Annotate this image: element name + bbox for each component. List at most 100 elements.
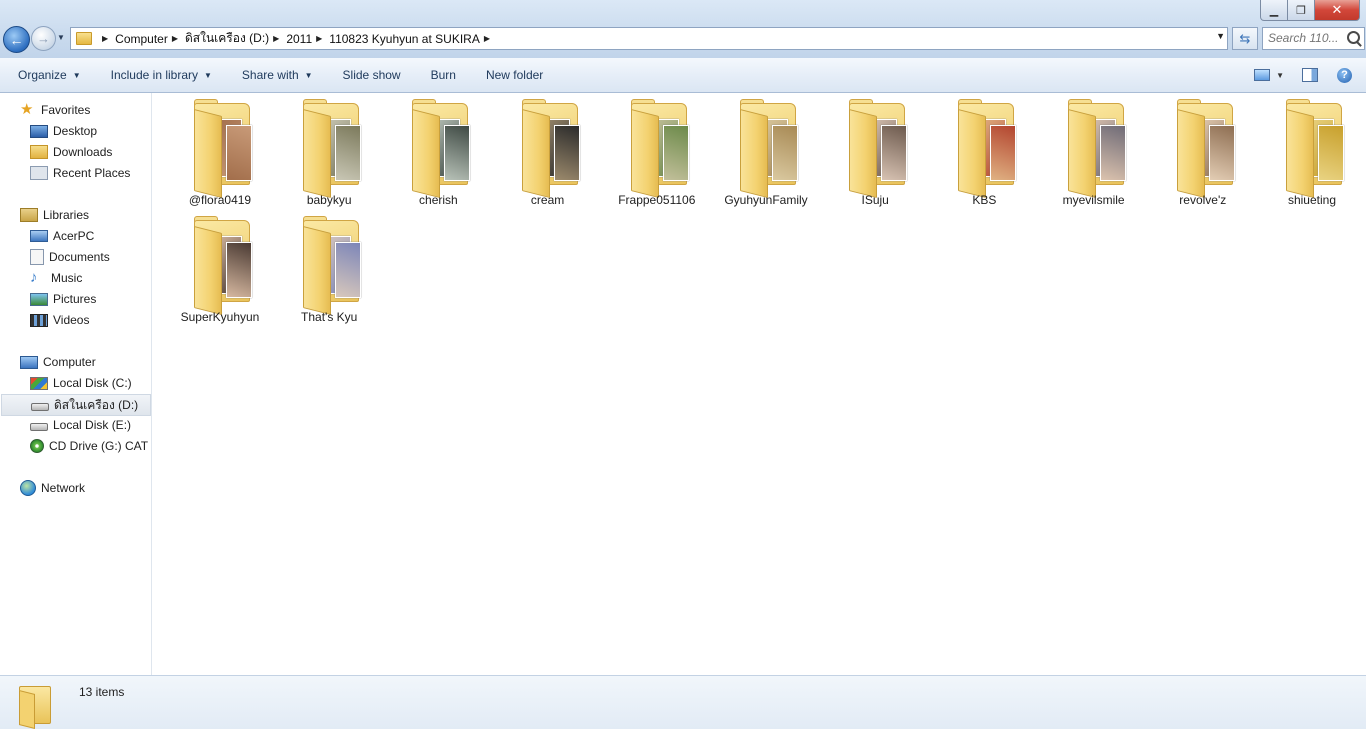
breadcrumb-disk-d[interactable]: ดิสในเครือง (D:) ▶ xyxy=(185,29,286,48)
folder-name: SuperKyuhyun xyxy=(180,310,260,324)
folder-icon xyxy=(1067,99,1132,198)
breadcrumb-2011[interactable]: 2011 ▶ xyxy=(286,32,329,46)
minimize-icon: ▁ xyxy=(1269,4,1279,17)
details-pane: 13 items xyxy=(0,675,1366,729)
back-button[interactable]: ← xyxy=(3,26,30,53)
folder-icon xyxy=(76,32,92,45)
chevron-right-icon: ▶ xyxy=(102,34,109,43)
folder-item[interactable]: shiueting xyxy=(1260,97,1364,212)
chevron-right-icon: ▶ xyxy=(483,34,490,43)
folder-item[interactable]: revolve'z xyxy=(1151,97,1255,212)
slide-show-button[interactable]: Slide show xyxy=(334,63,410,87)
folder-item[interactable]: @flora0419 xyxy=(168,97,272,212)
search-box[interactable] xyxy=(1262,27,1365,50)
restore-button[interactable]: ❐ xyxy=(1288,0,1315,21)
title-bar: ▁ ❐ ✕ ← → ▼ ▶ Computer ▶ ดิสในเครือง (D:)… xyxy=(0,0,1366,58)
folder-item[interactable]: babykyu xyxy=(277,97,381,212)
desktop-icon xyxy=(30,124,48,138)
address-dropdown-icon[interactable]: ▼ xyxy=(1216,31,1225,41)
breadcrumb-root[interactable]: ▶ xyxy=(98,34,115,43)
folder-name: babykyu xyxy=(306,193,352,207)
restore-icon: ❐ xyxy=(1296,4,1306,17)
preview-pane-icon[interactable] xyxy=(1302,68,1318,82)
folder-item[interactable]: myevilsmile xyxy=(1042,97,1146,212)
search-icon[interactable] xyxy=(1347,31,1360,44)
file-list[interactable]: @flora0419 babykyu cherish cream Frappe05110… xyxy=(152,93,1366,675)
pictures-icon xyxy=(30,292,48,306)
view-options-dropdown-icon[interactable]: ▼ xyxy=(1276,71,1284,80)
folder-name: shiueting xyxy=(1287,193,1337,207)
system-disk-icon xyxy=(30,376,48,390)
folder-icon xyxy=(194,99,258,198)
folder-icon xyxy=(849,99,913,198)
folder-name: KBS xyxy=(972,193,997,207)
folder-item[interactable]: cherish xyxy=(386,97,490,212)
recent-places-icon xyxy=(30,166,48,180)
help-icon[interactable]: ? xyxy=(1337,67,1352,83)
window-controls: ▁ ❐ ✕ xyxy=(1260,0,1360,21)
folder-item[interactable]: That's Kyu xyxy=(277,214,381,329)
search-input[interactable] xyxy=(1263,28,1346,47)
share-with-button[interactable]: Share with ▼ xyxy=(233,63,322,87)
computer-icon xyxy=(20,355,38,369)
nav-music[interactable]: ♪ Music xyxy=(0,268,151,288)
folder-name: @flora0419 xyxy=(188,193,252,207)
nav-disk-d[interactable]: ดิสในเครือง (D:) xyxy=(1,394,151,416)
music-icon: ♪ xyxy=(30,269,38,286)
nav-network[interactable]: Network xyxy=(0,478,151,498)
star-icon: ★ xyxy=(20,101,34,118)
forward-button[interactable]: → xyxy=(31,26,56,51)
folder-name: GyuhyunFamily xyxy=(724,193,808,207)
chevron-down-icon: ▼ xyxy=(72,70,81,80)
chevron-down-icon: ▼ xyxy=(204,70,212,80)
folder-item[interactable]: GyuhyunFamily xyxy=(714,97,818,212)
nav-computer[interactable]: Computer xyxy=(0,352,151,372)
folder-icon xyxy=(740,99,804,198)
nav-downloads[interactable]: Downloads xyxy=(0,142,151,162)
nav-acerpc[interactable]: AcerPC xyxy=(0,226,151,246)
minimize-button[interactable]: ▁ xyxy=(1260,0,1288,21)
folder-item[interactable]: ISuju xyxy=(823,97,927,212)
chevron-right-icon: ▶ xyxy=(273,34,280,43)
nav-cd-drive[interactable]: CD Drive (G:) CAT ( xyxy=(0,436,151,456)
folder-icon xyxy=(1176,99,1241,198)
navigation-pane: ★ Favorites Desktop Downloads Recent Plac… xyxy=(0,93,152,675)
nav-libraries[interactable]: Libraries xyxy=(0,205,151,225)
close-button[interactable]: ✕ xyxy=(1315,0,1360,21)
chevron-right-icon: ▶ xyxy=(316,34,323,43)
folder-item[interactable]: KBS xyxy=(932,97,1036,212)
folder-name: Frappe051106 xyxy=(618,193,696,207)
nav-pictures[interactable]: Pictures xyxy=(0,289,151,309)
change-view-icon[interactable] xyxy=(1254,69,1271,81)
include-in-library-button[interactable]: Include in library ▼ xyxy=(102,63,221,87)
nav-documents[interactable]: Documents xyxy=(0,247,151,267)
nav-favorites[interactable]: ★ Favorites xyxy=(0,100,151,120)
folder-icon xyxy=(303,216,367,315)
breadcrumb-computer[interactable]: Computer ▶ xyxy=(115,32,185,46)
libraries-icon xyxy=(20,208,38,222)
folder-icon xyxy=(194,216,258,315)
computer-icon xyxy=(30,230,48,242)
nav-local-disk-e[interactable]: Local Disk (E:) xyxy=(0,415,151,435)
refresh-icon: ⇆ xyxy=(1239,30,1251,46)
nav-desktop[interactable]: Desktop xyxy=(0,121,151,141)
folder-icon xyxy=(412,99,476,198)
chevron-down-icon: ▼ xyxy=(304,70,313,80)
folder-item[interactable]: SuperKyuhyun xyxy=(168,214,272,329)
folder-name: cherish xyxy=(419,193,458,207)
refresh-button[interactable]: ⇆ xyxy=(1232,27,1258,50)
nav-local-disk-c[interactable]: Local Disk (C:) xyxy=(0,373,151,393)
folder-item[interactable]: cream xyxy=(496,97,600,212)
toolbar-right: ▼ ? xyxy=(1254,58,1366,92)
folder-icon xyxy=(303,99,367,198)
new-folder-button[interactable]: New folder xyxy=(477,63,552,87)
recent-pages-dropdown[interactable]: ▼ xyxy=(57,33,65,42)
folder-item[interactable]: Frappe051106 xyxy=(605,97,709,212)
breadcrumb-current-folder[interactable]: 110823 Kyuhyun at SUKIRA ▶ xyxy=(329,32,497,46)
nav-recent-places[interactable]: Recent Places xyxy=(0,163,151,183)
address-bar[interactable]: ▶ Computer ▶ ดิสในเครือง (D:) ▶ 2011 ▶ 1108… xyxy=(70,27,1228,50)
nav-videos[interactable]: Videos xyxy=(0,310,151,330)
burn-button[interactable]: Burn xyxy=(422,63,465,87)
network-icon xyxy=(20,480,36,496)
organize-button[interactable]: Organize ▼ xyxy=(9,63,90,87)
